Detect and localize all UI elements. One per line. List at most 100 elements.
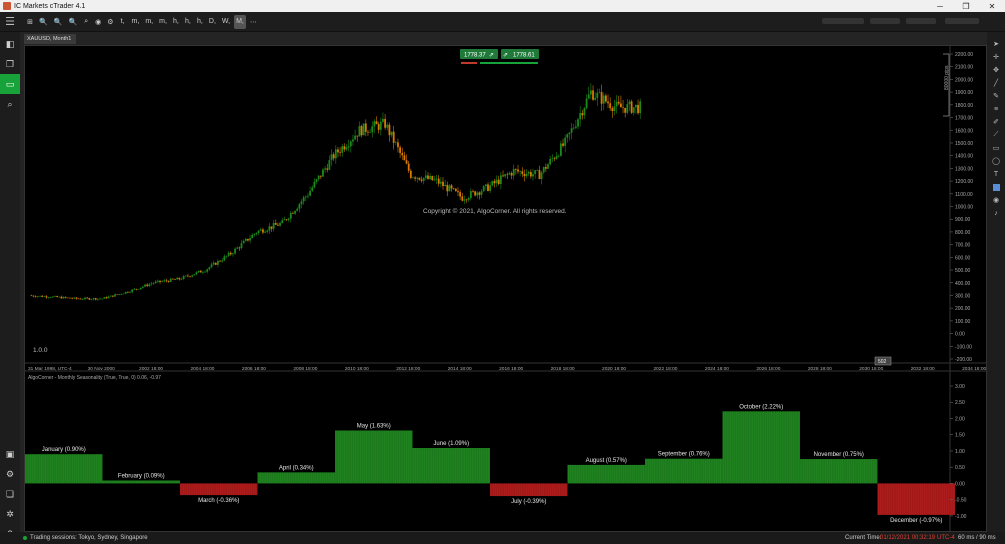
- candle-body: [439, 181, 442, 184]
- account-menu[interactable]: [945, 18, 979, 24]
- time-axis-label: 2008 18:00: [293, 366, 317, 372]
- candle-body: [427, 175, 429, 179]
- candle-body: [156, 280, 159, 282]
- toolbar-button-10[interactable]: m,: [157, 15, 169, 29]
- pencil-icon[interactable]: ✎: [989, 90, 1003, 102]
- close-icon[interactable]: ✕: [979, 0, 1005, 12]
- candle-body: [251, 234, 254, 239]
- timezone[interactable]: UTC-4: [937, 535, 955, 541]
- automate-icon[interactable]: ⚙: [0, 464, 20, 484]
- candle-body: [225, 255, 228, 257]
- account-info[interactable]: [822, 18, 864, 24]
- quick-trade-panel[interactable]: 1778.37 ⇗ ⇗ 1778.61: [460, 49, 539, 64]
- analyze-icon[interactable]: ⌕: [0, 94, 20, 114]
- toolbar-button-16[interactable]: M,: [234, 14, 246, 29]
- chart-tab[interactable]: XAUUSD, Month1: [24, 34, 76, 44]
- settings-icon[interactable]: ✲: [0, 504, 20, 524]
- time-axis-label: 2028 18:00: [808, 366, 832, 372]
- toolbar-button-9[interactable]: m,: [143, 15, 155, 29]
- candle-body: [639, 101, 642, 114]
- fibonacci-icon[interactable]: ≡: [989, 103, 1003, 115]
- candle-body: [88, 298, 91, 300]
- window-icon[interactable]: ❏: [0, 484, 20, 504]
- candle-body: [422, 177, 425, 181]
- candle-body: [178, 277, 181, 280]
- seasonality-label: October (2.22%): [739, 404, 783, 410]
- candle-body: [564, 137, 567, 146]
- candle-body: [339, 152, 341, 153]
- chart-area[interactable]: 2200.00 2100.00 2000.00 1900.00 1800.00 1700.…: [24, 45, 987, 532]
- price-tag-value: 502: [878, 359, 887, 365]
- toolbar-button-2[interactable]: 🔍: [52, 15, 65, 29]
- brush-icon[interactable]: ✐: [989, 116, 1003, 128]
- ellipse-icon[interactable]: ◯: [989, 155, 1003, 167]
- candle-body: [49, 297, 52, 298]
- toolbar-button-12[interactable]: h,: [183, 15, 193, 29]
- indicator-axis-label: 0.50: [955, 465, 965, 471]
- current-time-label: Current Time:: [845, 535, 882, 541]
- toolbar-button-6[interactable]: ⚙: [105, 15, 115, 29]
- candle-body: [187, 275, 189, 277]
- candle-body: [602, 95, 605, 104]
- candle-body: [262, 229, 264, 233]
- candle-body: [589, 90, 592, 95]
- candle-body: [446, 184, 449, 192]
- candle-body: [30, 295, 33, 297]
- candle-body: [489, 185, 492, 191]
- toolbar-button-13[interactable]: h,: [195, 15, 205, 29]
- toolbar-button-14[interactable]: D,: [207, 15, 218, 29]
- bell-icon[interactable]: ♪: [989, 207, 1003, 219]
- cursor-icon[interactable]: ➤: [989, 38, 1003, 50]
- chart-canvas[interactable]: 2200.00 2100.00 2000.00 1900.00 1800.00 1700.…: [25, 46, 986, 531]
- rectangle-icon[interactable]: ▭: [989, 142, 1003, 154]
- candle-body: [146, 284, 149, 287]
- candle-body: [69, 297, 71, 299]
- toolbar-button-8[interactable]: m,: [130, 15, 142, 29]
- candle-body: [611, 108, 614, 112]
- toolbar-button-7[interactable]: t,: [118, 15, 128, 29]
- briefcase-icon[interactable]: ▣: [0, 444, 20, 464]
- ray-icon[interactable]: ╱: [989, 77, 1003, 89]
- price-axis-label: 2100.00: [955, 65, 973, 71]
- candle-body: [270, 226, 273, 229]
- minimize-icon[interactable]: ─: [927, 0, 953, 12]
- crosshair-icon[interactable]: ✛: [989, 51, 1003, 63]
- candle-body: [450, 185, 453, 189]
- toolbar-button-17[interactable]: ⋯: [248, 15, 259, 29]
- toolbar-button-11[interactable]: h,: [171, 15, 181, 29]
- candle-body: [304, 196, 307, 198]
- toolbar-button-3[interactable]: 🔍: [66, 15, 79, 29]
- color-icon[interactable]: [989, 181, 1003, 193]
- candle-body: [322, 169, 324, 177]
- menu-icon[interactable]: ☰: [0, 12, 20, 32]
- maximize-icon[interactable]: ❐: [953, 0, 979, 12]
- candle-body: [598, 92, 601, 93]
- seasonality-label: March (-0.36%): [198, 498, 239, 504]
- candle-body: [343, 146, 346, 150]
- toolbar-button-15[interactable]: W,: [220, 15, 232, 29]
- pips-ruler[interactable]: 80000 pips: [943, 53, 950, 117]
- copy-icon[interactable]: ❐: [0, 54, 20, 74]
- move-icon[interactable]: ✥: [989, 64, 1003, 76]
- candle-body: [298, 204, 301, 209]
- candle-body: [392, 131, 395, 143]
- candle-body: [349, 141, 352, 147]
- time-axis-label: 2022 18:00: [653, 366, 677, 372]
- toolbar-button-1[interactable]: 🔍: [37, 15, 50, 29]
- candle-body: [174, 279, 176, 280]
- chart-workspace-icon[interactable]: ▭: [0, 74, 20, 94]
- candle-body: [99, 298, 101, 300]
- toolbar-button-0[interactable]: ⊞: [25, 15, 35, 29]
- window-title: IC Markets cTrader 4.1: [14, 2, 86, 10]
- time-axis-label: 2014 18:00: [448, 366, 472, 372]
- toolbar-button-5[interactable]: ◉: [93, 15, 103, 29]
- trendline-icon[interactable]: ⟋: [989, 129, 1003, 141]
- candle-body: [126, 291, 129, 293]
- eye-icon[interactable]: ◉: [989, 194, 1003, 206]
- candle-body: [302, 197, 305, 202]
- indicator-label: AlgoCorner - Monthly Seasonality (True, …: [28, 375, 161, 381]
- candle-body: [635, 104, 637, 108]
- trade-watch-icon[interactable]: ◧: [0, 34, 20, 54]
- toolbar-button-4[interactable]: ⌕: [81, 15, 91, 29]
- text-icon[interactable]: T: [989, 168, 1003, 180]
